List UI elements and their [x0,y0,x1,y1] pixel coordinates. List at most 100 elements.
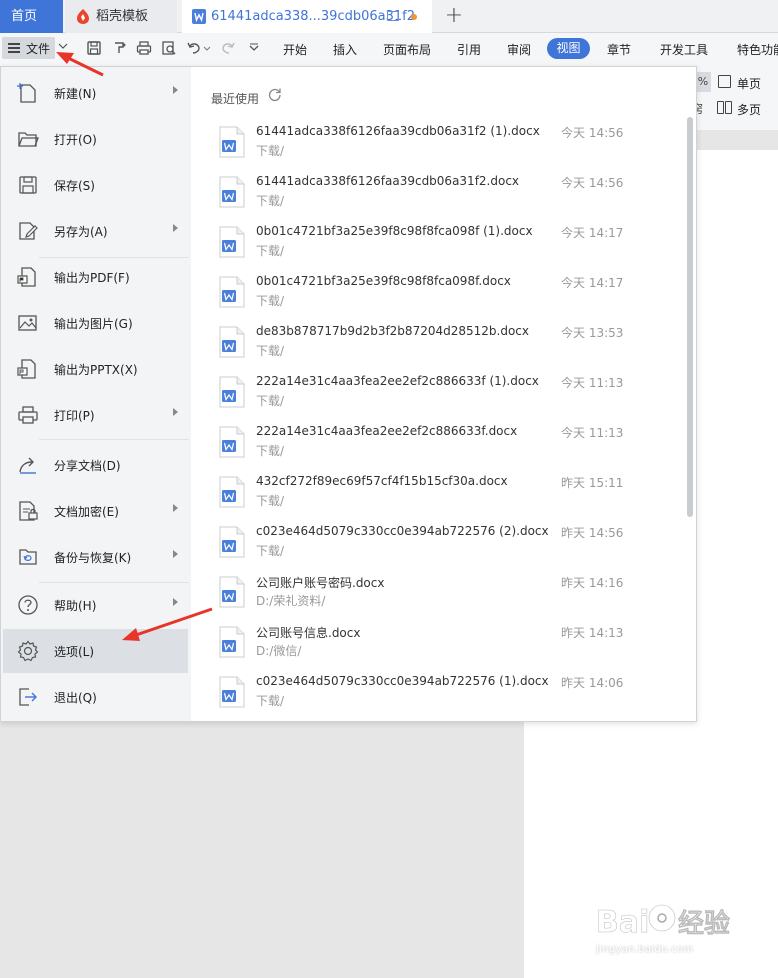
word-doc-icon [219,676,245,708]
recent-file-item[interactable]: 0b01c4721bf3a25e39f8c98f8fca098f.docx 下载/… [191,269,681,319]
open-folder-icon [18,132,39,147]
recent-file-name: 432cf272f89ec69f57cf4f15b15cf30a.docx [256,474,508,488]
single-page-button[interactable]: 单页 [737,75,761,92]
tab-document-label: 61441adca338...39cdb06a31f2 [211,9,415,24]
file-menu-button[interactable]: 文件 [2,37,55,59]
tab-special-features[interactable]: 特色功能 [737,41,778,58]
recent-file-item[interactable]: 61441adca338f6126faa39cdb06a31f2 (1).doc… [191,119,681,169]
menu-item-label: 退出(Q) [54,691,97,705]
menu-item-new[interactable]: 新建(N) [1,71,191,115]
menu-item-options[interactable]: 选项(L) [3,629,188,673]
word-doc-icon [219,526,245,558]
tab-start[interactable]: 开始 [283,41,307,58]
word-doc-icon [219,426,245,458]
word-doc-icon [219,376,245,408]
recent-file-path: 下载/ [256,194,285,208]
recent-file-path: 下载/ [256,244,285,258]
tab-insert[interactable]: 插入 [333,41,357,58]
new-tab-plus-icon[interactable]: + [444,3,464,29]
tab-template-label: 稻壳模板 [96,9,149,24]
recent-file-name: 0b01c4721bf3a25e39f8c98f8fca098f (1).doc… [256,224,533,238]
menu-item-open[interactable]: 打开(O) [1,117,191,161]
print-icon [18,406,38,424]
recent-file-item[interactable]: 公司账户账号密码.docx D:/荣礼资料/昨天 14:16 [191,569,681,619]
format-painter-icon[interactable] [112,40,128,56]
recent-file-item[interactable]: de83b878717b9d2b3f2b87204d28512b.docx 下载/… [191,319,681,369]
menu-item-save[interactable]: 保存(S) [1,163,191,207]
recent-file-item[interactable]: c023e464d5079c330cc0e394ab722576 (1).doc… [191,669,681,719]
menu-item-export-pptx[interactable]: 输出为PPTX(X) [1,347,191,391]
tab-document[interactable]: 61441adca338...39cdb06a31f2 [182,0,432,33]
menu-item-label: 选项(L) [54,645,95,659]
tab-view[interactable]: 视图 [547,38,590,59]
recent-file-path: 下载/ [256,444,285,458]
refresh-icon[interactable] [267,87,283,103]
recent-file-item[interactable]: 0b01c4721bf3a25e39f8c98f8fca098f (1).doc… [191,219,681,269]
unsaved-dot-icon [411,14,417,20]
recent-file-item[interactable]: 61441adca338f6126faa39cdb06a31f2.docx 下载/… [191,169,681,219]
recent-file-name: 61441adca338f6126faa39cdb06a31f2 (1).doc… [256,124,540,138]
chevron-down-icon[interactable] [58,41,68,51]
recent-file-time: 昨天 15:11 [561,476,624,490]
recent-file-item[interactable]: c023e464d5079c330cc0e394ab722576 (2).doc… [191,519,681,569]
customize-toolbar-icon[interactable] [246,40,262,56]
recent-file-name: de83b878717b9d2b3f2b87204d28512b.docx [256,324,529,338]
menu-item-print[interactable]: 打印(P) [1,393,191,437]
redo-icon[interactable] [220,40,236,56]
recent-file-name: c023e464d5079c330cc0e394ab722576 (1).doc… [256,674,549,688]
menu-item-save-as[interactable]: 另存为(A) [1,209,191,253]
tab-page-layout[interactable]: 页面布局 [383,41,431,58]
submenu-arrow-icon [173,224,178,232]
svg-text:经验: 经验 [678,908,730,939]
menu-item-export-image[interactable]: 输出为图片(G) [1,301,191,345]
ribbon-toolbar: 文件 开始 插入 页面布局 引用 审阅 视图 章节 开发工具 特色功能 [0,33,778,66]
recent-file-name: 61441adca338f6126faa39cdb06a31f2.docx [256,174,520,188]
backup-icon [19,549,37,565]
recent-file-item[interactable]: 222a14e31c4aa3fea2ee2ef2c886633f.docx 下载/… [191,419,681,469]
tab-references[interactable]: 引用 [457,41,481,58]
recent-file-time: 今天 14:17 [561,226,624,240]
menu-item-export-pdf[interactable]: 输出为PDF(F) [1,255,191,299]
menu-item-backup[interactable]: 备份与恢复(K) [1,535,191,579]
menu-item-encrypt[interactable]: 文档加密(E) [1,489,191,533]
multi-page-icon [717,101,724,114]
multi-page-button[interactable]: 多页 [737,101,761,118]
recent-file-time: 今天 14:17 [561,276,624,290]
recent-file-time: 今天 11:13 [561,426,624,440]
export-image-icon [18,315,37,331]
encrypt-icon [19,501,38,521]
save-quick-icon[interactable] [86,40,102,56]
menu-item-help[interactable]: 帮助(H) [1,583,191,627]
tab-chapter[interactable]: 章节 [607,41,631,58]
word-doc-icon [219,576,245,608]
word-doc-icon [219,126,245,158]
zoom-percent-button[interactable]: % [695,72,711,92]
recent-file-item[interactable]: 432cf272f89ec69f57cf4f15b15cf30a.docx 下载/… [191,469,681,519]
recent-file-time: 昨天 14:13 [561,626,624,640]
print-quick-icon[interactable] [136,40,152,56]
recent-file-path: 下载/ [256,544,285,558]
monitor-icon[interactable] [387,11,399,21]
print-preview-icon[interactable] [161,40,177,56]
recent-file-name: 公司账号信息.docx [256,626,361,640]
menu-item-label: 打印(P) [54,409,95,423]
recent-list-scrollbar[interactable] [687,117,693,517]
recent-file-time: 今天 11:13 [561,376,624,390]
undo-icon[interactable] [186,40,202,56]
recent-file-time: 昨天 14:16 [561,576,624,590]
recent-file-path: 下载/ [256,344,285,358]
recent-file-item[interactable]: 公司账号信息.docx D:/微信/昨天 14:13 [191,619,681,669]
menu-item-label: 备份与恢复(K) [54,551,132,565]
undo-dropdown-icon[interactable] [203,40,211,56]
submenu-arrow-icon [173,408,178,416]
recent-file-path: D:/微信/ [256,644,302,658]
menu-item-label: 保存(S) [54,179,95,193]
tab-review[interactable]: 审阅 [507,41,531,58]
menu-item-share[interactable]: 分享文档(D) [1,443,191,487]
menu-item-exit[interactable]: 退出(Q) [1,675,191,719]
tab-home[interactable]: 首页 [0,0,63,33]
recent-file-item[interactable]: 222a14e31c4aa3fea2ee2ef2c886633f (1).doc… [191,369,681,419]
tab-bar: 首页 稻壳模板 61441adca338...39cdb06a31f2 + [0,0,778,33]
tab-template[interactable]: 稻壳模板 [65,0,177,33]
tab-developer-tools[interactable]: 开发工具 [660,41,708,58]
